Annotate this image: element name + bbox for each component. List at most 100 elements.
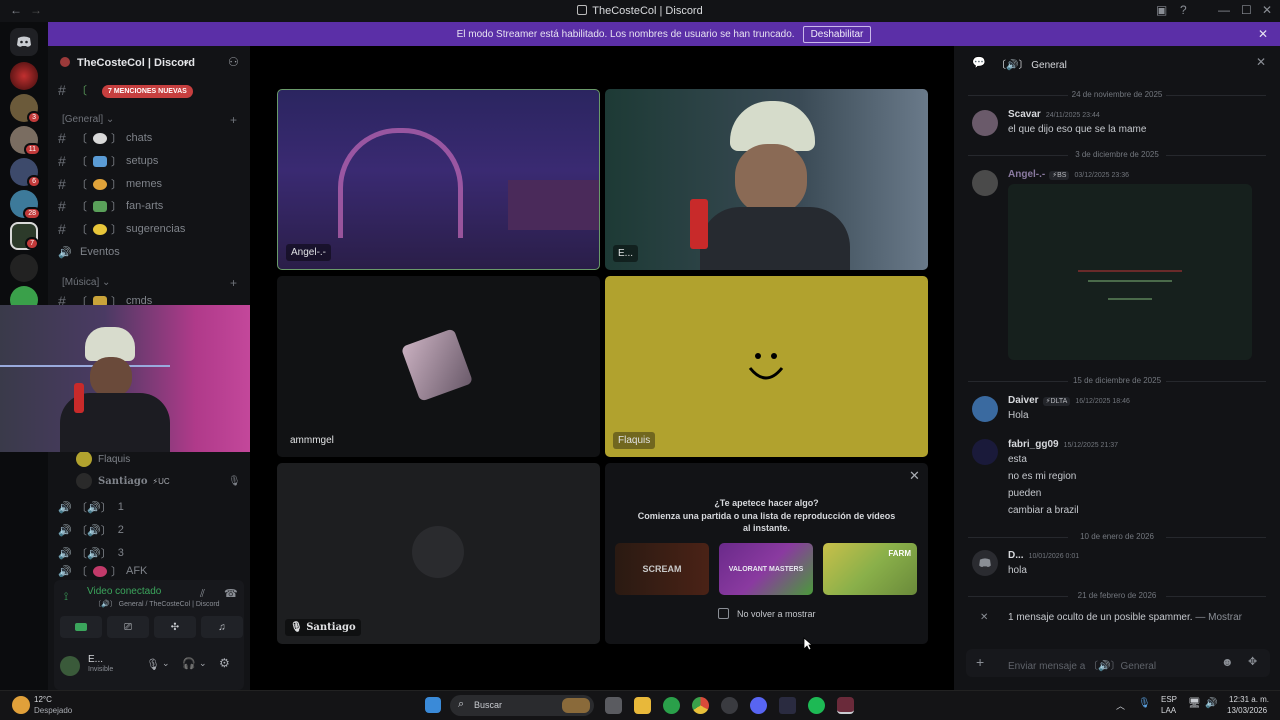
server-badge: 6 [27, 175, 41, 188]
avatar[interactable] [60, 656, 80, 676]
sidebar-channel-memes[interactable]: # 〔 〕 memes [58, 174, 243, 194]
emoji-icon[interactable]: ☻ [1221, 655, 1234, 669]
sidebar-channel-sugerencias[interactable]: # 〔 〕 sugerencias [58, 219, 243, 239]
language-indicator[interactable]: ESP [1161, 695, 1177, 704]
activities-button[interactable]: ✣ [154, 616, 196, 638]
category-general[interactable]: [General] ⌄ + [62, 113, 237, 127]
video-tile-e[interactable]: E... [605, 89, 928, 270]
inbox-icon[interactable]: ▣ [1156, 3, 1167, 17]
message-author[interactable]: fabri_gg09 15/12/2025 21:37 [1008, 439, 1118, 450]
disable-streamer-button[interactable]: Deshabilitar [802, 25, 872, 43]
voice-channel-afk[interactable]: 🔊 〔 〕 AFK [58, 565, 243, 577]
whatsapp-icon[interactable] [663, 697, 680, 714]
soundboard-button[interactable]: ♫ [201, 616, 243, 638]
chat-channel-title: 〔🔊〕 General [996, 60, 1067, 71]
minimize-icon[interactable]: — [1218, 3, 1230, 17]
chrome-icon[interactable] [692, 697, 709, 714]
disconnect-icon[interactable]: ☎ [224, 587, 238, 600]
video-tile-angel[interactable]: Angel-.- [277, 89, 600, 270]
chevron-down-icon[interactable]: ⌄ [162, 658, 170, 669]
video-tile-ammmgel[interactable]: ammmgel [277, 276, 600, 457]
help-icon[interactable]: ? [1180, 3, 1187, 17]
server-icon[interactable]: 6 [10, 158, 41, 188]
discord-taskbar-icon[interactable] [750, 697, 767, 714]
add-channel-icon[interactable]: + [230, 113, 237, 127]
show-spam-link[interactable]: — Mostrar [1195, 612, 1242, 623]
message-image-attachment[interactable] [1008, 184, 1252, 360]
apps-icon[interactable]: ✥ [1248, 655, 1257, 668]
video-tile-flaquis[interactable]: Flaquis [605, 276, 928, 457]
message-author[interactable]: Scavar 24/11/2025 23:44 [1008, 109, 1100, 120]
message-input-box[interactable]: + Enviar mensaje a 〔🔊〕General ☻ ✥ [966, 649, 1270, 677]
avatar[interactable] [972, 439, 998, 465]
server-icon[interactable]: 28 [10, 190, 41, 220]
message-author[interactable]: Angel-.- ⚡BS 03/12/2025 23:36 [1008, 169, 1129, 180]
server-icon[interactable] [10, 62, 38, 90]
server-icon[interactable]: 11 [10, 126, 41, 156]
dont-show-checkbox[interactable] [718, 608, 729, 619]
volume-icon[interactable]: 🔊 [1205, 698, 1217, 709]
server-header[interactable]: TheCosteCol | Discord ⌄ ⚇ [48, 46, 250, 78]
discord-home-icon[interactable] [10, 28, 38, 56]
voice-channel-2[interactable]: 🔊 〔🔊〕 2 [58, 520, 243, 540]
add-attachment-icon[interactable]: + [976, 654, 984, 670]
sidebar-channel-eventos[interactable]: 🔊 Eventos [58, 242, 243, 262]
voice-user-flaquis[interactable]: Flaquis [76, 449, 261, 469]
sidebar-channel-setups[interactable]: # 〔 〕 setups [58, 151, 243, 171]
gear-icon[interactable]: ⚙ [219, 656, 230, 670]
windows-start-icon[interactable] [425, 697, 441, 713]
voice-channel-3[interactable]: 🔊 〔🔊〕 3 [58, 543, 243, 563]
taskbar-search[interactable]: ⌕ Buscar [450, 695, 594, 716]
keyboard-layout: LAA [1161, 706, 1177, 715]
game-card-farm[interactable]: FARM [823, 543, 917, 595]
category-musica[interactable]: [Música] ⌄ + [62, 276, 237, 290]
task-view-icon[interactable] [605, 697, 622, 714]
clock-time[interactable]: 12:31 a. m. [1229, 695, 1269, 704]
chevron-down-icon[interactable]: ⌄ [199, 658, 207, 669]
close-window-icon[interactable]: ✕ [1262, 3, 1272, 17]
add-member-icon[interactable]: ⚇ [228, 55, 239, 69]
message-author[interactable]: D... 10/01/2026 0:01 [1008, 550, 1079, 561]
message-input-placeholder[interactable]: Enviar mensaje a 〔🔊〕General [1008, 657, 1156, 672]
new-mentions-badge[interactable]: 7 MENCIONES NUEVAS [102, 85, 193, 98]
add-channel-icon[interactable]: + [230, 276, 237, 290]
voice-user-santiago[interactable]: Santiago ⚡UC 🎙 [76, 471, 261, 491]
avatar[interactable] [972, 396, 998, 422]
noise-suppression-icon[interactable]: ⫽ [200, 588, 205, 601]
maximize-icon[interactable]: ☐ [1241, 3, 1252, 17]
voice-channel-1[interactable]: 🔊 〔🔊〕 1 [58, 497, 243, 517]
file-explorer-icon[interactable] [634, 697, 651, 714]
spotify-icon[interactable] [808, 697, 825, 714]
close-icon[interactable]: ✕ [909, 468, 920, 484]
app-icon[interactable] [779, 697, 796, 714]
server-tag: ⚡BS [1049, 171, 1070, 180]
message-author[interactable]: Daiver ⚡DLTA 16/12/2025 18:46 [1008, 395, 1130, 406]
tile-label: ammmgel [290, 435, 334, 446]
avatar [76, 473, 92, 489]
server-icon[interactable] [10, 254, 38, 282]
game-card-scream[interactable]: SCREAM [615, 543, 709, 595]
app-icon[interactable] [721, 697, 738, 714]
video-tile-santiago[interactable]: 🎙 Santiago [277, 463, 600, 644]
avatar[interactable] [972, 110, 998, 136]
close-banner-icon[interactable]: ✕ [1258, 27, 1268, 41]
server-icon[interactable]: 7 [10, 222, 39, 250]
headphones-icon[interactable]: 🎧 [182, 657, 196, 670]
microphone-tray-icon[interactable]: 🎙 [1138, 698, 1151, 709]
screen-share-button[interactable]: ⎚ [107, 616, 149, 638]
chevron-up-icon[interactable]: ︿ [1116, 699, 1125, 712]
voice-user-name: Santiago [98, 475, 148, 487]
network-icon[interactable]: 🖥 [1188, 698, 1201, 709]
sidebar-channel-fan-arts[interactable]: # 〔 〕 fan-arts [58, 196, 243, 216]
microphone-icon[interactable]: 🎙 [146, 658, 160, 671]
avatar[interactable] [972, 550, 998, 576]
weather-icon[interactable] [12, 696, 30, 714]
sidebar-channel-chats[interactable]: # 〔 〕 chats [58, 128, 243, 148]
chat-channel-name: General [1031, 60, 1067, 71]
game-card-valorant[interactable]: VALORANT MASTERS [719, 543, 813, 595]
avatar[interactable] [972, 170, 998, 196]
close-chat-icon[interactable]: ✕ [1256, 55, 1266, 69]
camera-button[interactable] [60, 616, 102, 638]
server-icon[interactable]: 3 [10, 94, 41, 124]
obs-icon[interactable] [837, 697, 854, 714]
